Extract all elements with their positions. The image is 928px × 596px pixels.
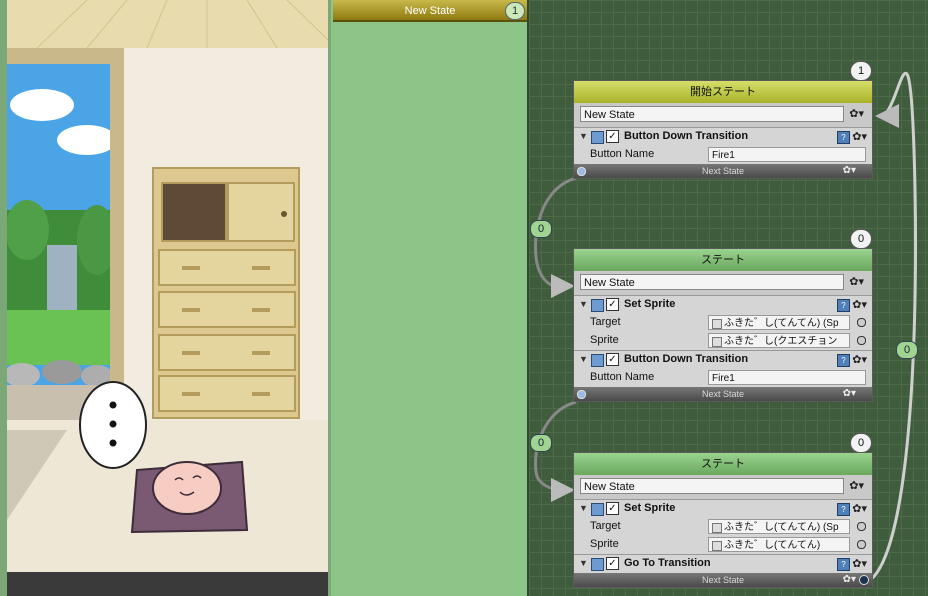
component-enabled-checkbox[interactable]: ✓ [606, 298, 619, 311]
gear-icon[interactable]: ✿▾ [849, 275, 864, 288]
triangle-down-icon[interactable]: ▼ [579, 558, 588, 568]
state-name-input[interactable]: New State [580, 478, 844, 494]
help-icon[interactable]: ? [837, 354, 850, 367]
component-title: Button Down Transition [624, 353, 749, 365]
help-icon[interactable]: ? [837, 558, 850, 571]
script-icon [591, 354, 604, 367]
component-title: Set Sprite [624, 298, 676, 310]
triangle-down-icon[interactable]: ▼ [579, 354, 588, 364]
next-state-bar[interactable]: Next State ✿▾ [574, 387, 872, 401]
transition-count-badge: 0 [530, 434, 552, 452]
target-object-field[interactable]: ふきた゛し(てんてん) (Sp [708, 519, 850, 534]
gear-icon[interactable]: ✿▾ [852, 353, 867, 366]
component-enabled-checkbox[interactable]: ✓ [606, 557, 619, 570]
component-enabled-checkbox[interactable]: ✓ [606, 502, 619, 515]
help-icon[interactable]: ? [837, 131, 850, 144]
prop-label: Button Name [590, 148, 655, 160]
next-state-label: Next State [701, 389, 745, 399]
object-picker-icon[interactable] [857, 336, 866, 345]
next-state-bar[interactable]: Next State ✿▾ [574, 164, 872, 178]
component-set-sprite: ▼ ✓ Set Sprite ? ✿▾ Target ふきた゛し(てんてん) (… [574, 499, 872, 554]
node-title[interactable]: 開始ステート [574, 81, 872, 103]
output-port[interactable] [577, 390, 586, 399]
node-count-badge: 1 [850, 61, 872, 81]
state-name-input[interactable]: New State [580, 106, 844, 122]
gear-icon[interactable]: ✿▾ [843, 164, 856, 178]
prop-label: Target [590, 520, 621, 532]
prop-label: Target [590, 316, 621, 328]
prop-label: Button Name [590, 371, 655, 383]
transition-count-badge: 0 [896, 341, 918, 359]
node-count-badge: 0 [850, 229, 872, 249]
component-title: Set Sprite [624, 502, 676, 514]
gear-icon[interactable]: ✿▾ [852, 298, 867, 311]
component-enabled-checkbox[interactable]: ✓ [606, 130, 619, 143]
node-title[interactable]: ステート [574, 249, 872, 271]
state-list-item-count: 1 [505, 2, 525, 20]
script-icon [591, 299, 604, 312]
button-name-field[interactable]: Fire1 [708, 147, 866, 162]
component-go-to-transition: ▼ ✓ Go To Transition ? ✿▾ [574, 554, 872, 573]
output-port[interactable] [859, 575, 869, 585]
component-button-down-transition: ▼ ✓ Button Down Transition ? ✿▾ Button N… [574, 350, 872, 387]
script-icon [591, 503, 604, 516]
component-set-sprite: ▼ ✓ Set Sprite ? ✿▾ Target ふきた゛し(てんてん) (… [574, 295, 872, 350]
gear-icon[interactable]: ✿▾ [849, 107, 864, 120]
object-picker-icon[interactable] [857, 318, 866, 327]
game-view [0, 0, 331, 596]
component-button-down-transition: ▼ ✓ Button Down Transition ? ✿▾ Button N… [574, 127, 872, 164]
gear-icon[interactable]: ✿▾ [849, 479, 864, 492]
prop-label: Sprite [590, 538, 619, 550]
component-title: Go To Transition [624, 557, 711, 569]
state-graph-canvas[interactable]: 0 0 0 1 開始ステート New State ✿▾ ▼ ✓ Button D… [527, 0, 928, 596]
help-icon[interactable]: ? [837, 299, 850, 312]
triangle-down-icon[interactable]: ▼ [579, 503, 588, 513]
gear-icon[interactable]: ✿▾ [843, 573, 856, 587]
room-illustration [7, 0, 328, 572]
state-name-input[interactable]: New State [580, 274, 844, 290]
gear-icon[interactable]: ✿▾ [852, 557, 867, 570]
object-picker-icon[interactable] [857, 522, 866, 531]
component-title: Button Down Transition [624, 130, 749, 142]
sprite-object-field[interactable]: ふきた゛し(クエスチョン [708, 333, 850, 348]
state-list-panel: New State 1 [331, 0, 527, 596]
gear-icon[interactable]: ✿▾ [852, 130, 867, 143]
button-name-field[interactable]: Fire1 [708, 370, 866, 385]
transition-count-badge: 0 [530, 220, 552, 238]
state-list-item-label: New State [404, 5, 456, 17]
triangle-down-icon[interactable]: ▼ [579, 299, 588, 309]
state-list-item[interactable]: New State 1 [333, 0, 527, 22]
help-icon[interactable]: ? [837, 503, 850, 516]
component-enabled-checkbox[interactable]: ✓ [606, 353, 619, 366]
next-state-label: Next State [701, 575, 745, 585]
script-icon [591, 131, 604, 144]
state-node[interactable]: ステート New State ✿▾ ▼ ✓ Set Sprite ? ✿▾ Ta… [573, 248, 873, 402]
target-object-field[interactable]: ふきた゛し(てんてん) (Sp [708, 315, 850, 330]
output-port[interactable] [577, 167, 586, 176]
state-node[interactable]: ステート New State ✿▾ ▼ ✓ Set Sprite ? ✿▾ Ta… [573, 452, 873, 588]
triangle-down-icon[interactable]: ▼ [579, 131, 588, 141]
gear-icon[interactable]: ✿▾ [852, 502, 867, 515]
gear-icon[interactable]: ✿▾ [843, 387, 856, 401]
game-view-bottom-bar [7, 572, 328, 596]
next-state-label: Next State [701, 166, 745, 176]
node-count-badge: 0 [850, 433, 872, 453]
prop-label: Sprite [590, 334, 619, 346]
object-picker-icon[interactable] [857, 540, 866, 549]
node-title[interactable]: ステート [574, 453, 872, 475]
game-scene [7, 0, 328, 572]
state-node-start[interactable]: 開始ステート New State ✿▾ ▼ ✓ Button Down Tran… [573, 80, 873, 179]
game-view-frame-left [0, 0, 7, 596]
next-state-bar[interactable]: Next State ✿▾ [574, 573, 872, 587]
sprite-object-field[interactable]: ふきた゛し(てんてん) [708, 537, 850, 552]
script-icon [591, 558, 604, 571]
